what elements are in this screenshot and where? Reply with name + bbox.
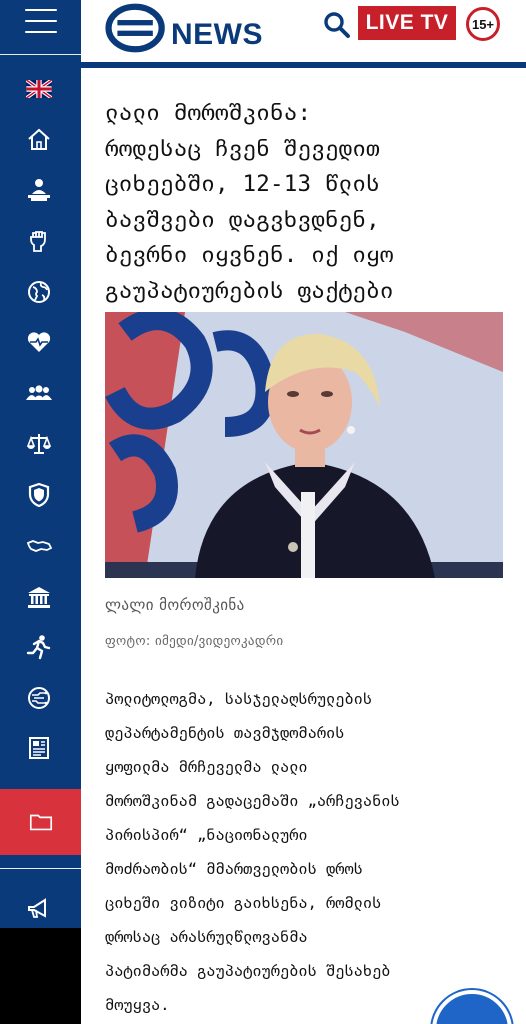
site-logo[interactable]: NEWS [105, 0, 263, 56]
shield-icon[interactable] [22, 480, 56, 510]
sidebar-divider [0, 868, 81, 869]
top-header: NEWS LIVE TV 15+ [81, 0, 526, 62]
search-icon[interactable] [321, 9, 353, 41]
georgia-map-icon[interactable] [22, 531, 56, 561]
body-line: პირისპირ“ „ნაციონალური [105, 826, 308, 844]
person-at-desk-icon[interactable] [22, 175, 56, 205]
article-photo[interactable] [105, 312, 503, 578]
age-rating-badge: 15+ [466, 7, 500, 41]
newspaper-icon[interactable] [22, 733, 56, 763]
heart-pulse-icon[interactable] [22, 327, 56, 357]
tech-circle-icon[interactable] [22, 683, 56, 713]
home-icon[interactable] [22, 124, 56, 154]
body-line: პატიმარმა გაუპატიურების შესახებ [105, 962, 391, 980]
body-line: პოლიტოლოგმა, სასჯელაღსრულების [105, 690, 373, 708]
headline-line: ლალი მოროშკინა: [105, 100, 312, 126]
body-line: ყოფილმა მრჩეველმა ლალი [105, 758, 308, 776]
megaphone-icon[interactable] [22, 894, 56, 924]
group-icon[interactable] [22, 378, 56, 408]
logo-mark-icon [105, 3, 165, 53]
live-tv-button[interactable]: LIVE TV [358, 6, 456, 40]
sidebar-bottom-area [0, 928, 81, 1024]
hamburger-menu-icon[interactable] [25, 9, 57, 35]
institution-icon[interactable] [22, 582, 56, 612]
headline-line: როდესაც ჩვენ შევედით [105, 135, 380, 162]
raised-fist-icon[interactable] [22, 226, 56, 256]
body-line: ციხეში ვიზიტი გაიხსენა, რომლის [105, 894, 382, 912]
photo-caption: ლალი მოროშკინა [105, 596, 245, 614]
headline-line: ბევრნი იყვნენ. იქ იყო [105, 242, 394, 268]
headline-line: ციხეებში, 12-13 წლის [105, 171, 380, 197]
folder-icon [29, 814, 52, 831]
photo-credit: ფოტო: იმედი/ვიდეოკადრი [105, 634, 284, 649]
headline-line: ბავშვები დაგვხვდნენ, [105, 206, 380, 233]
article-text: პოლიტოლოგმა, სასჯელაღსრულების დეპარტამენ… [105, 682, 510, 1022]
logo-text: NEWS [171, 18, 263, 51]
globe-icon[interactable] [22, 277, 56, 307]
headline-line: გაუპატიურების ფაქტები [105, 277, 394, 304]
article-headline: ლალი მოროშკინა: როდესაც ჩვენ შევედით ციხ… [105, 96, 505, 309]
uk-flag-icon[interactable] [22, 74, 56, 104]
runner-icon[interactable] [22, 632, 56, 662]
scales-icon[interactable] [22, 429, 56, 459]
body-line: მოძრაობის“ მმართველობის დროს [105, 860, 363, 878]
header-divider [81, 62, 526, 68]
body-line: მოროშკინამ გადაცემაში „არჩევანის [105, 792, 400, 810]
body-line: დროსაც არასრულწლოვანმა [105, 928, 308, 946]
body-line: დეპარტამენტის თავმჯდომარის [105, 724, 345, 742]
sidebar-item-folder[interactable] [0, 789, 81, 855]
sidebar-divider [0, 54, 81, 55]
